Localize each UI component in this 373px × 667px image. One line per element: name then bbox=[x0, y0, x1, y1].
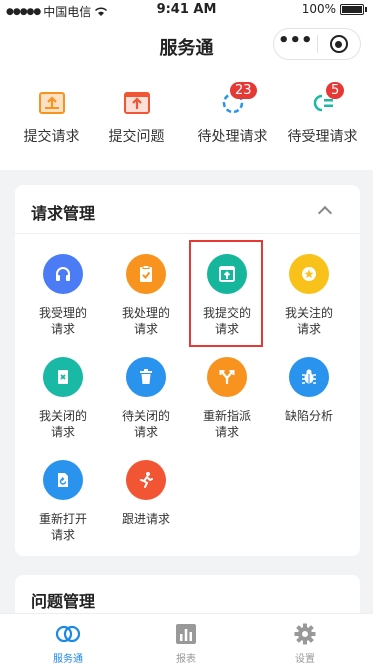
quick-actions: 提交请求 提交问题 23 待处理请求 5 待受理请求 bbox=[0, 70, 373, 170]
submit-request-icon bbox=[38, 92, 65, 114]
trash-icon bbox=[140, 369, 152, 384]
grid-item-defect-analysis[interactable]: 缺陷分析 bbox=[267, 357, 351, 424]
nav-bar: 服务通 ••• bbox=[0, 20, 373, 70]
section-title: 请求管理 bbox=[31, 204, 96, 223]
target-icon bbox=[329, 35, 348, 53]
pending-process-badge: 23 bbox=[230, 82, 257, 99]
home-icon bbox=[55, 625, 81, 643]
grid-item-to-close-requests[interactable]: 待关闭的 请求 bbox=[104, 357, 188, 440]
tab-home[interactable]: 服务通 bbox=[28, 622, 108, 665]
star-icon bbox=[302, 267, 316, 281]
chevron-up-icon[interactable] bbox=[317, 205, 333, 221]
headset-icon bbox=[56, 267, 70, 281]
gear-icon bbox=[294, 623, 316, 645]
clipboard-check-icon bbox=[140, 265, 152, 282]
quick-submit-issue[interactable]: 提交问题 bbox=[90, 88, 183, 146]
mini-program-capsule: ••• bbox=[273, 28, 361, 60]
pending-accept-badge: 5 bbox=[326, 82, 345, 99]
more-button[interactable]: ••• bbox=[274, 32, 317, 50]
quick-pending-accept[interactable]: 5 待受理请求 bbox=[276, 82, 369, 146]
grid-item-closed-requests[interactable]: 我关闭的 请求 bbox=[21, 357, 105, 440]
fork-icon bbox=[219, 370, 235, 384]
grid-item-reopen-requests[interactable]: 重新打开 请求 bbox=[21, 460, 105, 543]
reopen-doc-icon bbox=[58, 473, 68, 487]
close-program-button[interactable] bbox=[318, 35, 361, 53]
quick-pending-process[interactable]: 23 待处理请求 bbox=[186, 82, 279, 146]
section-title: 问题管理 bbox=[31, 592, 96, 611]
submit-issue-icon bbox=[123, 92, 150, 114]
grid-item-processed-requests[interactable]: 我处理的 请求 bbox=[104, 254, 188, 337]
upload-box-icon bbox=[219, 266, 235, 282]
request-management-card: 请求管理 我受理的 请求 我处理的 请求 我提交的 请求 我关注的 请求 我关闭的 请求 bbox=[15, 185, 360, 556]
grid-item-followed-requests[interactable]: 我关注的 请求 bbox=[267, 254, 351, 337]
battery-icon bbox=[340, 3, 364, 15]
battery-label: 100% bbox=[301, 2, 336, 16]
grid-item-reassign-requests[interactable]: 重新指派 请求 bbox=[185, 357, 269, 440]
status-bar: ●●●●● 中国电信 9:41 AM 100% bbox=[0, 0, 373, 20]
grid-item-submitted-requests[interactable]: 我提交的 请求 bbox=[185, 254, 269, 337]
running-icon bbox=[140, 472, 153, 488]
chart-icon bbox=[176, 624, 196, 644]
close-doc-icon bbox=[58, 370, 68, 384]
quick-submit-request[interactable]: 提交请求 bbox=[5, 88, 98, 146]
tab-settings[interactable]: 设置 bbox=[265, 622, 345, 665]
bug-icon bbox=[302, 369, 316, 384]
tab-reports[interactable]: 报表 bbox=[146, 622, 226, 665]
grid-item-follow-up-requests[interactable]: 跟进请求 bbox=[104, 460, 188, 527]
tab-bar: 服务通 报表 设置 bbox=[0, 613, 373, 667]
grid-item-accepted-requests[interactable]: 我受理的 请求 bbox=[21, 254, 105, 337]
